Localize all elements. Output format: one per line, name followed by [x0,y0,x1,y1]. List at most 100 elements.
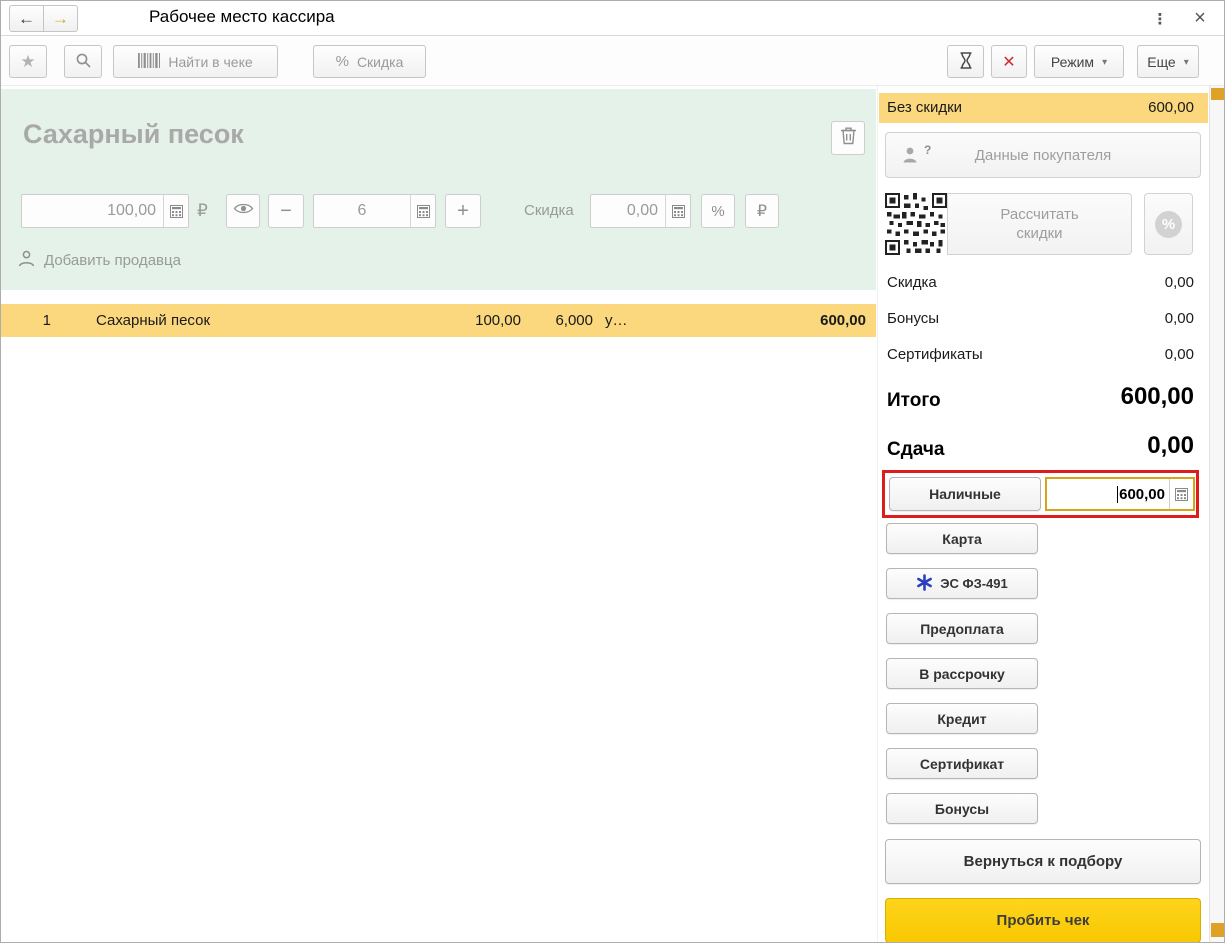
more-dropdown-button[interactable]: Еще ▾ [1137,45,1199,78]
qr-code[interactable] [885,193,947,255]
plus-icon: + [457,199,469,222]
quantity-decrease-button[interactable]: − [268,194,304,228]
item-discount-label: Скидка [524,202,574,219]
find-in-receipt-button[interactable]: Найти в чеке [113,45,278,78]
row-item-name: Сахарный песок [96,312,211,329]
toolbar: ★ Найти в чеке % Скидка ✕ Режим ▾ Еще ▾ [1,37,1224,86]
summary-bonuses-row: Бонусы 0,00 [887,310,1194,334]
price-calculator-icon[interactable] [163,195,188,227]
search-button[interactable] [64,45,102,78]
calculate-discounts-label: Рассчитать скидки [1000,205,1079,243]
credit-label: Кредит [937,710,987,727]
installment-label: В рассрочку [919,665,1005,682]
chevron-down-icon: ▾ [1102,57,1108,68]
cash-amount-field[interactable]: 600,00 [1045,477,1195,511]
discount-percent-button[interactable]: % [1144,193,1193,255]
bonuses-button[interactable]: Бонусы [886,793,1038,824]
total-label: Итого [887,390,941,411]
card-payment-button[interactable]: Карта [886,523,1038,554]
summary-discount-row: Скидка 0,00 [887,274,1194,298]
mode-label: Режим [1050,53,1095,70]
forward-arrow-icon: → [52,8,69,28]
card-button-label: Карта [942,530,982,547]
change-label: Сдача [887,439,945,460]
discount-calculator-icon[interactable] [665,195,690,227]
text-cursor [1117,485,1119,503]
current-item-title: Сахарный песок [23,119,244,149]
cash-amount-value[interactable]: 600,00 [1047,479,1169,509]
barcode-icon [138,52,161,71]
quantity-field[interactable]: 6 [313,194,436,228]
current-item-panel: Сахарный песок 100,00 ₽ − 6 + Скидка 0,0… [1,89,876,290]
minus-icon: − [280,199,292,222]
prepayment-button[interactable]: Предоплата [886,613,1038,644]
mode-dropdown-button[interactable]: Режим ▾ [1034,45,1124,78]
back-to-selection-button[interactable]: Вернуться к подбору [885,839,1201,884]
summary-discount-value: 0,00 [1164,274,1194,291]
cashier-workplace-window: ← → Рабочее место кассира ⋮ × ★ Найти в … [0,0,1225,943]
row-unit: у… [605,312,628,329]
view-item-button[interactable] [226,194,260,228]
percent-icon: % [335,53,349,70]
chevron-down-icon: ▾ [1183,57,1189,68]
es-asterisk-icon [916,573,933,594]
total-value: 600,00 [1120,383,1194,410]
forward-button[interactable]: → [43,5,78,32]
cancel-receipt-button[interactable]: ✕ [991,45,1027,78]
no-discount-value: 600,00 [1148,99,1194,116]
postpone-receipt-button[interactable] [947,45,984,78]
discount-ruble-toggle[interactable]: ₽ [745,194,779,228]
installment-button[interactable]: В рассрочку [886,658,1038,689]
item-discount-field[interactable]: 0,00 [590,194,691,228]
favorites-button[interactable]: ★ [9,45,47,78]
cash-calculator-icon[interactable] [1169,479,1193,509]
summary-bonuses-label: Бонусы [887,310,940,327]
eye-icon [233,202,254,220]
certificate-label: Сертификат [919,755,1005,772]
person-icon [17,249,36,272]
search-icon [75,52,92,72]
quantity-increase-button[interactable]: + [445,194,481,228]
percent-icon: % [711,202,725,220]
item-discount-value[interactable]: 0,00 [591,195,665,227]
panel-divider [877,86,878,942]
close-icon: × [1194,6,1206,29]
price-currency-label: ₽ [197,201,208,220]
receipt-table-row[interactable]: 1 Сахарный песок 100,00 6,000 у… 600,00 [1,304,876,337]
calculate-discounts-button[interactable]: Рассчитать скидки [947,193,1132,255]
cancel-x-icon: ✕ [1002,53,1016,71]
row-sum: 600,00 [820,312,866,329]
window-menu-button[interactable]: ⋮ [1149,6,1171,31]
back-to-selection-label: Вернуться к подбору [963,853,1123,870]
discount-percent-toggle[interactable]: % [701,194,735,228]
find-in-receipt-label: Найти в чеке [168,53,253,70]
credit-button[interactable]: Кредит [886,703,1038,734]
kebab-icon: ⋮ [1152,10,1168,28]
titlebar: ← → Рабочее место кассира ⋮ × [1,1,1224,36]
customer-data-button[interactable]: ? Данные покупателя [885,132,1201,178]
add-seller-link[interactable]: Добавить продавца [17,249,181,272]
certificate-button[interactable]: Сертификат [886,748,1038,779]
es-button-label: ЭС ФЗ-491 [940,576,1008,591]
es-fz491-payment-button[interactable]: ЭС ФЗ-491 [886,568,1038,599]
quantity-calculator-icon[interactable] [410,195,435,227]
customer-data-label: Данные покупателя [974,147,1112,164]
price-field[interactable]: 100,00 [21,194,189,228]
price-value[interactable]: 100,00 [22,195,163,227]
cash-payment-button[interactable]: Наличные [889,477,1041,511]
vertical-scrollbar[interactable] [1209,86,1224,942]
delete-item-button[interactable] [831,121,865,155]
quantity-value[interactable]: 6 [314,195,410,227]
back-arrow-icon: ← [18,8,35,28]
total-row: Итого 600,00 [887,383,1194,415]
summary-discount-label: Скидка [887,274,937,291]
close-button[interactable]: × [1187,4,1213,32]
cash-payment-highlight: Наличные 600,00 [882,470,1199,518]
discount-button-label: Скидка [356,53,404,70]
back-button[interactable]: ← [9,5,44,32]
discount-button[interactable]: % Скидка [313,45,426,78]
row-quantity: 6,000 [555,312,593,329]
cash-button-label: Наличные [929,486,1001,502]
print-receipt-button[interactable]: Пробить чек [885,898,1201,942]
summary-certificates-label: Сертификаты [887,346,983,363]
